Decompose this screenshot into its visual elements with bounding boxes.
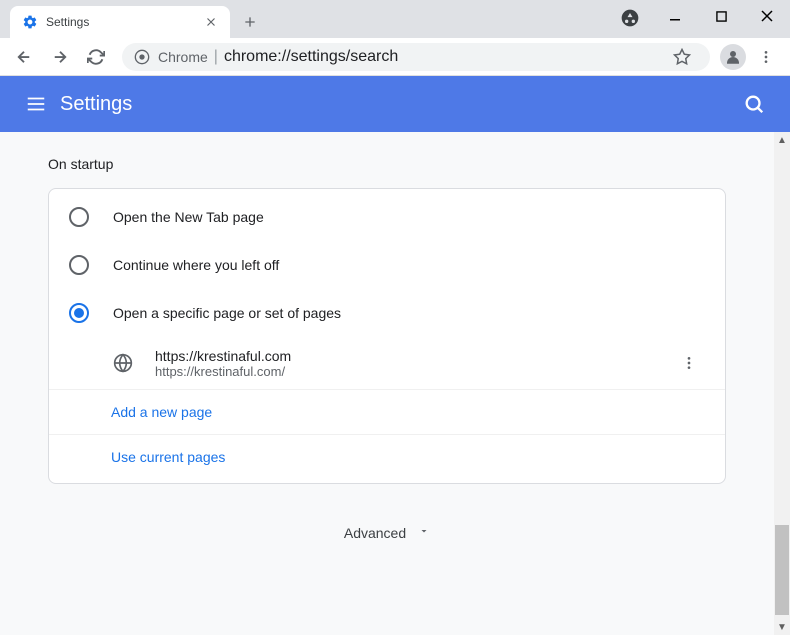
radio-icon bbox=[69, 255, 89, 275]
scrollbar[interactable]: ▲ ▼ bbox=[774, 132, 790, 635]
scroll-up-arrow[interactable]: ▲ bbox=[774, 132, 790, 148]
close-icon[interactable] bbox=[204, 15, 218, 29]
new-tab-button[interactable] bbox=[236, 8, 264, 36]
gear-icon bbox=[22, 14, 38, 30]
radio-icon-selected bbox=[69, 303, 89, 323]
radio-option-continue[interactable]: Continue where you left off bbox=[49, 241, 725, 289]
window-controls bbox=[652, 0, 790, 32]
advanced-label: Advanced bbox=[344, 525, 406, 541]
hamburger-menu-button[interactable] bbox=[16, 84, 56, 124]
incognito-icon bbox=[620, 8, 640, 33]
omnibox-scheme: Chrome bbox=[158, 49, 208, 65]
profile-avatar[interactable] bbox=[720, 44, 746, 70]
search-settings-button[interactable] bbox=[734, 84, 774, 124]
section-title-startup: On startup bbox=[48, 156, 726, 172]
window-titlebar: Settings bbox=[0, 0, 790, 38]
omnibox-url: chrome://settings/search bbox=[224, 48, 398, 66]
page-entry-title: https://krestinaful.com bbox=[155, 348, 673, 364]
minimize-button[interactable] bbox=[652, 0, 698, 32]
settings-content: On startup Open the New Tab page Continu… bbox=[0, 132, 774, 635]
advanced-toggle[interactable]: Advanced bbox=[48, 508, 726, 558]
settings-app-bar: Settings bbox=[0, 76, 790, 132]
startup-page-entry: https://krestinaful.com https://krestina… bbox=[49, 337, 725, 389]
forward-button[interactable] bbox=[44, 41, 76, 73]
radio-label: Open a specific page or set of pages bbox=[113, 305, 341, 321]
radio-label: Open the New Tab page bbox=[113, 209, 264, 225]
browser-toolbar: Chrome | chrome://settings/search bbox=[0, 38, 790, 76]
close-window-button[interactable] bbox=[744, 0, 790, 32]
radio-label: Continue where you left off bbox=[113, 257, 279, 273]
menu-button[interactable] bbox=[750, 41, 782, 73]
chrome-icon bbox=[134, 49, 150, 65]
star-icon[interactable] bbox=[666, 41, 698, 73]
radio-icon bbox=[69, 207, 89, 227]
globe-icon bbox=[113, 353, 133, 373]
startup-options-card: Open the New Tab page Continue where you… bbox=[48, 188, 726, 484]
page-entry-more-button[interactable] bbox=[673, 347, 705, 379]
scroll-thumb[interactable] bbox=[775, 525, 789, 615]
address-bar[interactable]: Chrome | chrome://settings/search bbox=[122, 43, 710, 71]
omnibox-divider: | bbox=[214, 48, 218, 66]
tab-title: Settings bbox=[46, 15, 204, 29]
back-button[interactable] bbox=[8, 41, 40, 73]
maximize-button[interactable] bbox=[698, 0, 744, 32]
page-entry-url: https://krestinaful.com/ bbox=[155, 364, 673, 379]
radio-option-new-tab[interactable]: Open the New Tab page bbox=[49, 193, 725, 241]
use-current-pages-link[interactable]: Use current pages bbox=[49, 434, 725, 479]
settings-title: Settings bbox=[60, 93, 132, 116]
browser-tab[interactable]: Settings bbox=[10, 6, 230, 38]
radio-option-specific-pages[interactable]: Open a specific page or set of pages bbox=[49, 289, 725, 337]
chevron-down-icon bbox=[418, 524, 430, 542]
reload-button[interactable] bbox=[80, 41, 112, 73]
scroll-down-arrow[interactable]: ▼ bbox=[774, 619, 790, 635]
add-page-link[interactable]: Add a new page bbox=[49, 389, 725, 434]
